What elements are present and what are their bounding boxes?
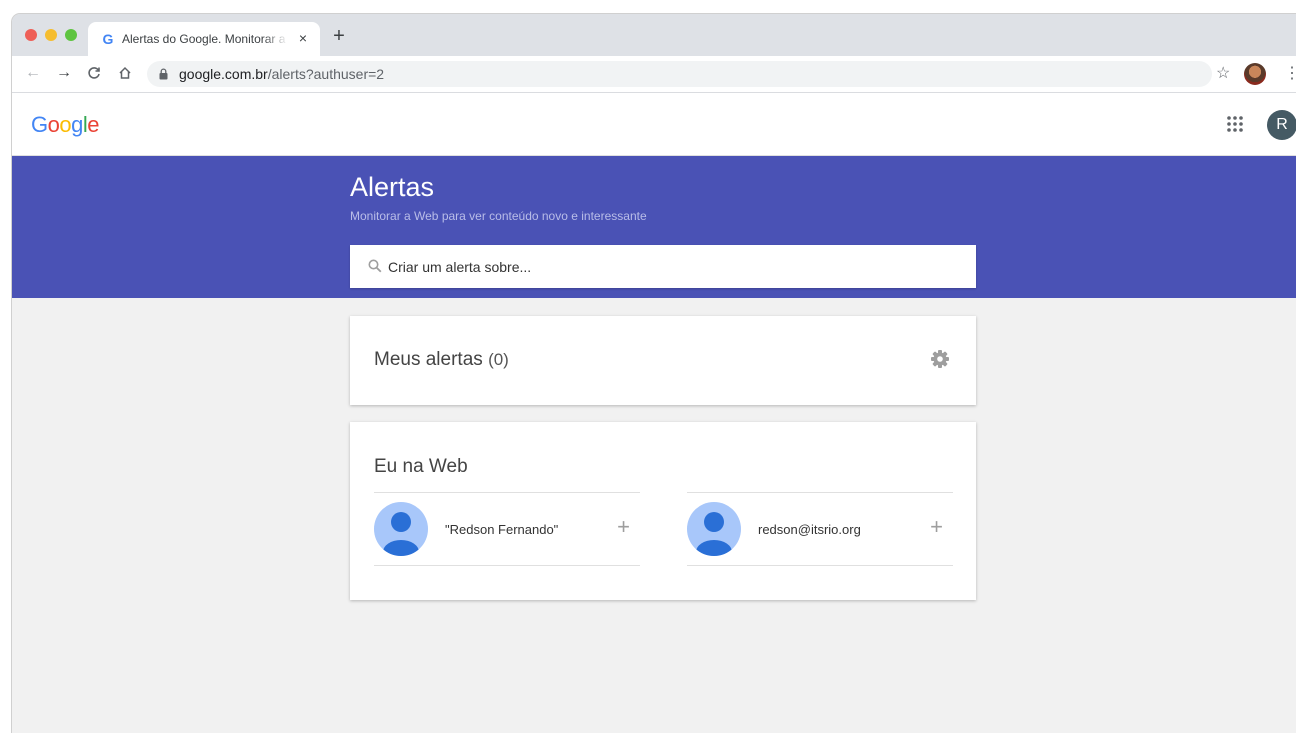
logo-letter: e	[87, 112, 100, 137]
lock-icon	[159, 68, 168, 80]
google-g-icon: G	[102, 31, 114, 47]
url-text: google.com.br/alerts?authuser=2	[179, 66, 384, 82]
person-avatar-icon	[374, 502, 428, 556]
logo-letter: G	[31, 112, 48, 137]
my-alerts-count: (0)	[488, 350, 509, 369]
add-alert-button[interactable]: +	[930, 515, 943, 539]
page-subtitle: Monitorar a Web para ver conteúdo novo e…	[350, 209, 647, 223]
create-alert-input[interactable]	[388, 256, 958, 278]
browser-window: G Alertas do Google. Monitorar a × + ← →…	[12, 14, 1296, 733]
list-item: "Redson Fernando" +	[374, 492, 640, 566]
my-alerts-heading: Meus alertas (0)	[374, 349, 509, 371]
my-alerts-title: Meus alertas	[374, 349, 483, 370]
list-item: redson@itsrio.org +	[687, 492, 953, 566]
tab-bar: G Alertas do Google. Monitorar a × +	[12, 14, 1296, 56]
browser-menu-icon[interactable]: ⋮	[1284, 65, 1296, 83]
home-icon[interactable]	[114, 62, 136, 84]
me-on-web-heading: Eu na Web	[374, 456, 468, 477]
person-avatar-icon	[687, 502, 741, 556]
create-alert-box	[350, 245, 976, 288]
minimize-window-button[interactable]	[45, 29, 57, 41]
gear-icon[interactable]	[930, 349, 950, 369]
google-logo[interactable]: Google	[31, 112, 100, 138]
tab-title: Alertas do Google. Monitorar a	[122, 32, 286, 46]
forward-icon[interactable]: →	[53, 62, 75, 84]
add-alert-button[interactable]: +	[617, 515, 630, 539]
google-header: Google R	[12, 93, 1296, 156]
apps-grid-icon[interactable]	[1226, 115, 1244, 133]
me-on-web-card: Eu na Web "Redson Fernando" + redson@its…	[350, 422, 976, 600]
browser-toolbar: ← → google.com.br/alerts?authuser=2 ☆ ⋮	[12, 56, 1296, 93]
browser-tab[interactable]: G Alertas do Google. Monitorar a ×	[88, 22, 320, 56]
search-icon	[368, 259, 382, 273]
suggested-alert-name: "Redson Fernando"	[445, 522, 559, 537]
reload-icon[interactable]	[83, 62, 105, 84]
url-path: /alerts?authuser=2	[267, 66, 385, 82]
close-window-button[interactable]	[25, 29, 37, 41]
url-host: google.com.br	[179, 66, 268, 82]
alerts-hero: Alertas Monitorar a Web para ver conteúd…	[12, 156, 1296, 298]
bookmark-star-icon[interactable]: ☆	[1216, 64, 1230, 84]
logo-letter: g	[71, 112, 83, 137]
back-icon[interactable]: ←	[22, 62, 44, 84]
browser-profile-avatar[interactable]	[1244, 63, 1266, 85]
logo-letter: o	[47, 112, 60, 137]
zoom-window-button[interactable]	[65, 29, 77, 41]
account-avatar[interactable]: R	[1267, 110, 1296, 140]
suggested-alert-email: redson@itsrio.org	[758, 522, 861, 537]
page-title: Alertas	[350, 172, 435, 202]
logo-letter: o	[59, 112, 72, 137]
address-bar[interactable]: google.com.br/alerts?authuser=2	[147, 61, 1212, 87]
my-alerts-card: Meus alertas (0)	[350, 316, 976, 405]
close-tab-icon[interactable]: ×	[294, 29, 312, 47]
new-tab-button[interactable]: +	[330, 26, 348, 46]
